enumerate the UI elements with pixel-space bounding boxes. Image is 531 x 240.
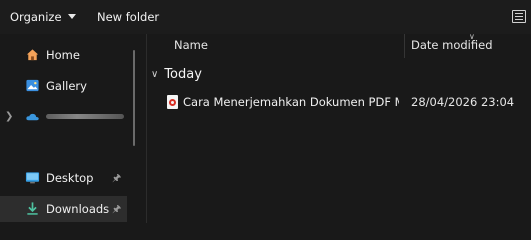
nav-item-onedrive[interactable]: ❯	[0, 104, 127, 130]
column-separator[interactable]	[404, 34, 405, 58]
download-icon	[27, 202, 38, 215]
new-folder-button[interactable]: New folder	[97, 8, 159, 26]
nav-item-label: Home	[46, 48, 80, 62]
chevron-down-icon	[67, 14, 76, 19]
nav-item-label: Desktop	[46, 171, 94, 185]
navigation-pane: Home Gallery ❯ Desktop 🖈 Downloads 🖈	[0, 34, 146, 223]
nav-item-downloads[interactable]: Downloads 🖈	[0, 196, 127, 222]
pin-icon[interactable]: 🖈	[112, 171, 121, 188]
desktop-icon	[25, 172, 40, 184]
nav-item-label: Gallery	[46, 79, 87, 93]
column-header-date-modified[interactable]: Date modified	[411, 38, 493, 52]
nav-item-desktop[interactable]: Desktop 🖈	[0, 165, 127, 191]
chevron-down-icon: ∨	[151, 69, 159, 80]
onedrive-cloud-icon	[26, 113, 39, 121]
group-label: Today	[164, 67, 202, 82]
home-icon	[26, 49, 39, 61]
file-list: ∨ Name Date modified ∨ Today Cara Menerje…	[147, 32, 531, 223]
command-bar: Organize New folder	[0, 0, 531, 34]
gallery-icon	[26, 79, 39, 92]
organize-button[interactable]: Organize	[10, 8, 76, 26]
file-name: Cara Menerjemahkan Dokumen PDF Me...	[183, 95, 399, 109]
nav-item-gallery[interactable]: Gallery	[0, 73, 127, 99]
file-row[interactable]: Cara Menerjemahkan Dokumen PDF Me... 28/…	[147, 92, 531, 114]
column-header-name[interactable]: Name	[174, 38, 208, 52]
nav-scrollbar[interactable]	[133, 50, 135, 146]
group-header-today[interactable]: ∨ Today	[151, 67, 202, 82]
pdf-file-icon	[167, 95, 178, 109]
nav-item-label: Downloads	[46, 202, 110, 216]
organize-label: Organize	[10, 10, 62, 24]
file-date-modified: 28/04/2026 23:04	[411, 95, 515, 109]
redacted-label	[46, 114, 124, 119]
nav-item-home[interactable]: Home	[0, 42, 127, 68]
chevron-right-icon[interactable]: ❯	[5, 111, 13, 122]
details-view-icon[interactable]	[512, 10, 526, 23]
pin-icon[interactable]: 🖈	[112, 202, 121, 219]
